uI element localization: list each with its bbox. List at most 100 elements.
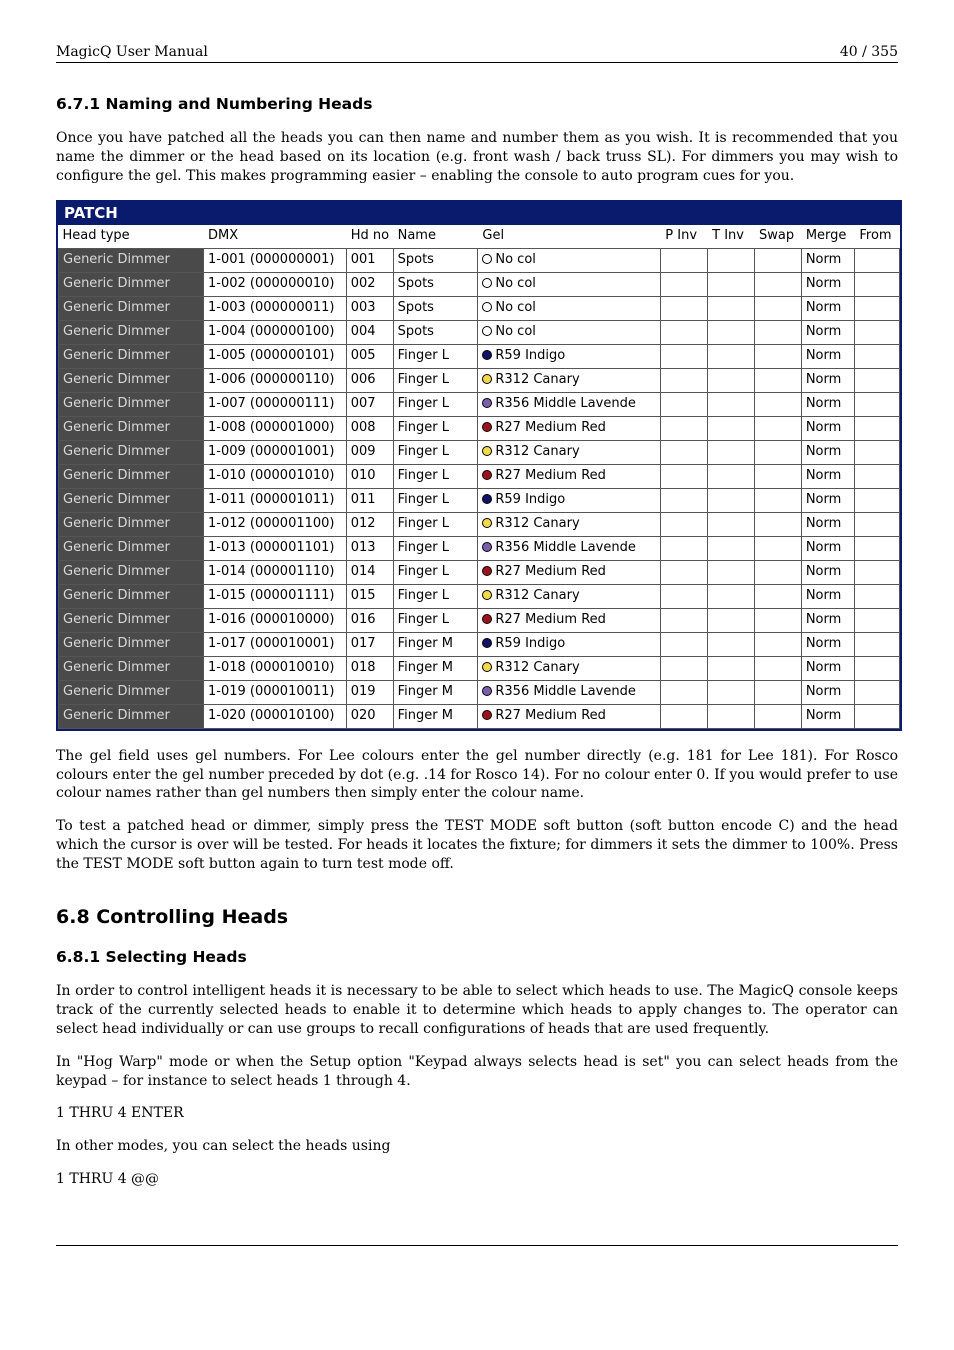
cell-swap[interactable] — [754, 368, 801, 392]
cell-tinv[interactable] — [708, 392, 755, 416]
cell-swap[interactable] — [754, 704, 801, 728]
cell-hdno[interactable]: 004 — [346, 320, 393, 344]
cell-hdno[interactable]: 002 — [346, 272, 393, 296]
cell-hdno[interactable]: 007 — [346, 392, 393, 416]
cell-merge[interactable]: Norm — [801, 608, 855, 632]
cell-hdno[interactable]: 005 — [346, 344, 393, 368]
cell-head-type[interactable]: Generic Dimmer — [59, 704, 204, 728]
cell-head-type[interactable]: Generic Dimmer — [59, 320, 204, 344]
cell-gel[interactable]: R312 Canary — [478, 656, 661, 680]
cell-head-type[interactable]: Generic Dimmer — [59, 608, 204, 632]
cell-dmx[interactable]: 1-010 (000001010) — [204, 464, 347, 488]
cell-pinv[interactable] — [661, 320, 708, 344]
cell-pinv[interactable] — [661, 584, 708, 608]
cell-tinv[interactable] — [708, 512, 755, 536]
cell-head-type[interactable]: Generic Dimmer — [59, 272, 204, 296]
cell-dmx[interactable]: 1-011 (000001011) — [204, 488, 347, 512]
cell-name[interactable]: Finger L — [393, 488, 478, 512]
cell-tinv[interactable] — [708, 440, 755, 464]
cell-name[interactable]: Finger L — [393, 368, 478, 392]
cell-hdno[interactable]: 008 — [346, 416, 393, 440]
cell-from[interactable] — [855, 680, 900, 704]
cell-gel[interactable]: R27 Medium Red — [478, 608, 661, 632]
cell-dmx[interactable]: 1-009 (000001001) — [204, 440, 347, 464]
cell-tinv[interactable] — [708, 296, 755, 320]
cell-from[interactable] — [855, 392, 900, 416]
cell-gel[interactable]: R27 Medium Red — [478, 560, 661, 584]
cell-gel[interactable]: R356 Middle Lavende — [478, 536, 661, 560]
cell-tinv[interactable] — [708, 560, 755, 584]
cell-merge[interactable]: Norm — [801, 272, 855, 296]
cell-tinv[interactable] — [708, 584, 755, 608]
cell-merge[interactable]: Norm — [801, 488, 855, 512]
cell-head-type[interactable]: Generic Dimmer — [59, 584, 204, 608]
cell-pinv[interactable] — [661, 296, 708, 320]
cell-pinv[interactable] — [661, 344, 708, 368]
cell-tinv[interactable] — [708, 536, 755, 560]
cell-swap[interactable] — [754, 632, 801, 656]
cell-swap[interactable] — [754, 560, 801, 584]
cell-name[interactable]: Finger L — [393, 392, 478, 416]
cell-merge[interactable]: Norm — [801, 392, 855, 416]
cell-from[interactable] — [855, 536, 900, 560]
cell-from[interactable] — [855, 656, 900, 680]
cell-from[interactable] — [855, 344, 900, 368]
cell-from[interactable] — [855, 488, 900, 512]
cell-merge[interactable]: Norm — [801, 464, 855, 488]
cell-merge[interactable]: Norm — [801, 416, 855, 440]
cell-gel[interactable]: R356 Middle Lavende — [478, 680, 661, 704]
cell-pinv[interactable] — [661, 704, 708, 728]
cell-dmx[interactable]: 1-019 (000010011) — [204, 680, 347, 704]
cell-head-type[interactable]: Generic Dimmer — [59, 488, 204, 512]
cell-merge[interactable]: Norm — [801, 704, 855, 728]
cell-swap[interactable] — [754, 680, 801, 704]
table-row[interactable]: Generic Dimmer1-015 (000001111)015Finger… — [59, 584, 900, 608]
cell-pinv[interactable] — [661, 368, 708, 392]
cell-merge[interactable]: Norm — [801, 584, 855, 608]
cell-pinv[interactable] — [661, 272, 708, 296]
table-row[interactable]: Generic Dimmer1-012 (000001100)012Finger… — [59, 512, 900, 536]
cell-merge[interactable]: Norm — [801, 440, 855, 464]
cell-tinv[interactable] — [708, 368, 755, 392]
cell-gel[interactable]: No col — [478, 272, 661, 296]
cell-name[interactable]: Finger L — [393, 536, 478, 560]
cell-dmx[interactable]: 1-008 (000001000) — [204, 416, 347, 440]
cell-merge[interactable]: Norm — [801, 512, 855, 536]
table-row[interactable]: Generic Dimmer1-011 (000001011)011Finger… — [59, 488, 900, 512]
cell-gel[interactable]: R27 Medium Red — [478, 464, 661, 488]
cell-gel[interactable]: R312 Canary — [478, 368, 661, 392]
table-row[interactable]: Generic Dimmer1-014 (000001110)014Finger… — [59, 560, 900, 584]
cell-gel[interactable]: No col — [478, 296, 661, 320]
cell-merge[interactable]: Norm — [801, 536, 855, 560]
cell-swap[interactable] — [754, 536, 801, 560]
cell-pinv[interactable] — [661, 680, 708, 704]
cell-dmx[interactable]: 1-017 (000010001) — [204, 632, 347, 656]
cell-gel[interactable]: R312 Canary — [478, 440, 661, 464]
cell-head-type[interactable]: Generic Dimmer — [59, 632, 204, 656]
cell-head-type[interactable]: Generic Dimmer — [59, 680, 204, 704]
cell-from[interactable] — [855, 512, 900, 536]
cell-tinv[interactable] — [708, 680, 755, 704]
cell-pinv[interactable] — [661, 656, 708, 680]
cell-dmx[interactable]: 1-012 (000001100) — [204, 512, 347, 536]
table-row[interactable]: Generic Dimmer1-003 (000000011)003SpotsN… — [59, 296, 900, 320]
cell-merge[interactable]: Norm — [801, 320, 855, 344]
cell-merge[interactable]: Norm — [801, 560, 855, 584]
cell-merge[interactable]: Norm — [801, 368, 855, 392]
cell-hdno[interactable]: 015 — [346, 584, 393, 608]
cell-from[interactable] — [855, 368, 900, 392]
cell-swap[interactable] — [754, 656, 801, 680]
cell-hdno[interactable]: 019 — [346, 680, 393, 704]
cell-merge[interactable]: Norm — [801, 248, 855, 272]
cell-dmx[interactable]: 1-002 (000000010) — [204, 272, 347, 296]
cell-swap[interactable] — [754, 512, 801, 536]
cell-pinv[interactable] — [661, 440, 708, 464]
cell-swap[interactable] — [754, 464, 801, 488]
cell-pinv[interactable] — [661, 632, 708, 656]
table-row[interactable]: Generic Dimmer1-001 (000000001)001SpotsN… — [59, 248, 900, 272]
cell-hdno[interactable]: 001 — [346, 248, 393, 272]
cell-gel[interactable]: R59 Indigo — [478, 488, 661, 512]
cell-name[interactable]: Finger M — [393, 656, 478, 680]
cell-gel[interactable]: R27 Medium Red — [478, 416, 661, 440]
cell-gel[interactable]: R27 Medium Red — [478, 704, 661, 728]
